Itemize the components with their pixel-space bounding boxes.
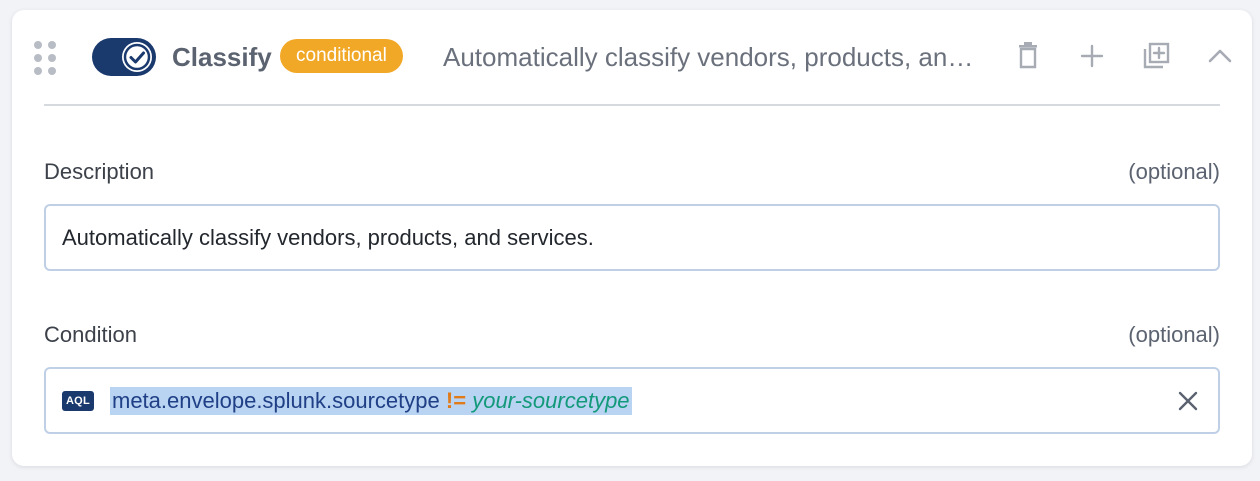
- step-summary: Automatically classify vendors, products…: [443, 42, 983, 72]
- toggle-knob: [122, 42, 152, 72]
- header-divider: [44, 104, 1220, 106]
- conditional-badge: conditional: [280, 39, 403, 73]
- collapse-button[interactable]: [1202, 38, 1238, 74]
- enable-toggle[interactable]: [92, 38, 156, 76]
- description-input[interactable]: [44, 204, 1220, 271]
- query-value: your-sourcetype: [472, 388, 630, 413]
- description-label: Description: [44, 159, 155, 184]
- add-step-button[interactable]: [1074, 38, 1110, 74]
- clear-condition-button[interactable]: [1172, 385, 1204, 417]
- delete-button[interactable]: [1010, 38, 1046, 74]
- query-operator: !=: [445, 388, 467, 413]
- close-icon: [1178, 391, 1198, 411]
- condition-label: Condition: [44, 322, 137, 347]
- plus-icon: [1080, 44, 1104, 68]
- duplicate-button[interactable]: [1138, 38, 1174, 74]
- step-title: Classify: [172, 42, 272, 72]
- check-icon: [123, 43, 151, 71]
- query-field: meta.envelope.splunk.sourcetype: [112, 388, 440, 413]
- step-header[interactable]: Classify conditional Automatically class…: [12, 10, 1252, 104]
- description-optional-hint: (optional): [1128, 159, 1220, 184]
- pipeline-step-card: Classify conditional Automatically class…: [12, 10, 1252, 466]
- chevron-up-icon: [1208, 49, 1232, 63]
- trash-icon: [1019, 42, 1037, 69]
- condition-input[interactable]: AQL meta.envelope.splunk.sourcetype != y…: [44, 367, 1220, 434]
- aql-badge: AQL: [62, 391, 94, 411]
- condition-optional-hint: (optional): [1128, 322, 1220, 347]
- condition-query: meta.envelope.splunk.sourcetype != your-…: [110, 387, 632, 415]
- duplicate-icon: [1143, 42, 1170, 69]
- drag-handle-icon[interactable]: [32, 40, 58, 76]
